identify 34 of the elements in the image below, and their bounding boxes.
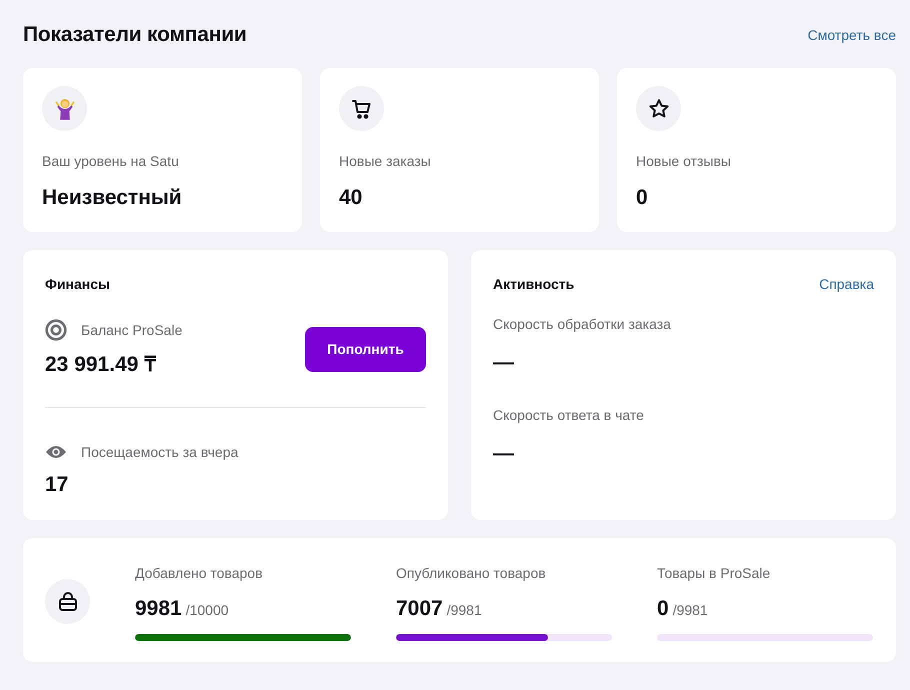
activity-title: Активность (493, 275, 574, 294)
cart-icon (339, 86, 384, 131)
products-count: 0 (657, 596, 669, 622)
summary-label: Новые заказы (339, 152, 431, 171)
metric-label: Скорость обработки заказа (493, 315, 672, 334)
products-limit: /9981 (446, 601, 482, 620)
summary-value: 40 (339, 185, 362, 211)
help-link[interactable]: Справка (819, 276, 874, 292)
products-limit: /10000 (186, 601, 229, 620)
products-label: Опубликовано товаров (396, 564, 547, 583)
visits-value: 17 (45, 472, 70, 498)
target-icon (45, 319, 67, 341)
products-limit: /9981 (672, 601, 708, 620)
bag-icon (45, 579, 90, 624)
summary-label: Ваш уровень на Satu (42, 152, 179, 171)
metric-label: Скорость ответа в чате (493, 406, 645, 425)
person-icon (42, 86, 87, 131)
products-label: Товары в ProSale (657, 564, 772, 583)
summary-value: 0 (636, 185, 648, 211)
metric-value: — (493, 441, 515, 467)
finances-title: Финансы (45, 275, 111, 294)
visits-label: Посещаемость за вчера (81, 443, 238, 462)
metric-value: — (493, 350, 515, 376)
top-up-button[interactable]: Пополнить (305, 326, 426, 372)
eye-icon (45, 445, 67, 459)
products-count: 9981 (135, 596, 182, 622)
products-count: 7007 (396, 596, 443, 622)
summary-label: Новые отзывы (636, 152, 731, 171)
view-all-link[interactable]: Смотреть все (808, 27, 896, 43)
balance-label: Баланс ProSale (81, 321, 182, 340)
products-label: Добавлено товаров (135, 564, 264, 583)
summary-value: Неизвестный (42, 185, 182, 211)
balance-value: 23 991.49 ₸ (45, 352, 157, 378)
page-title: Показатели компании (23, 23, 247, 47)
